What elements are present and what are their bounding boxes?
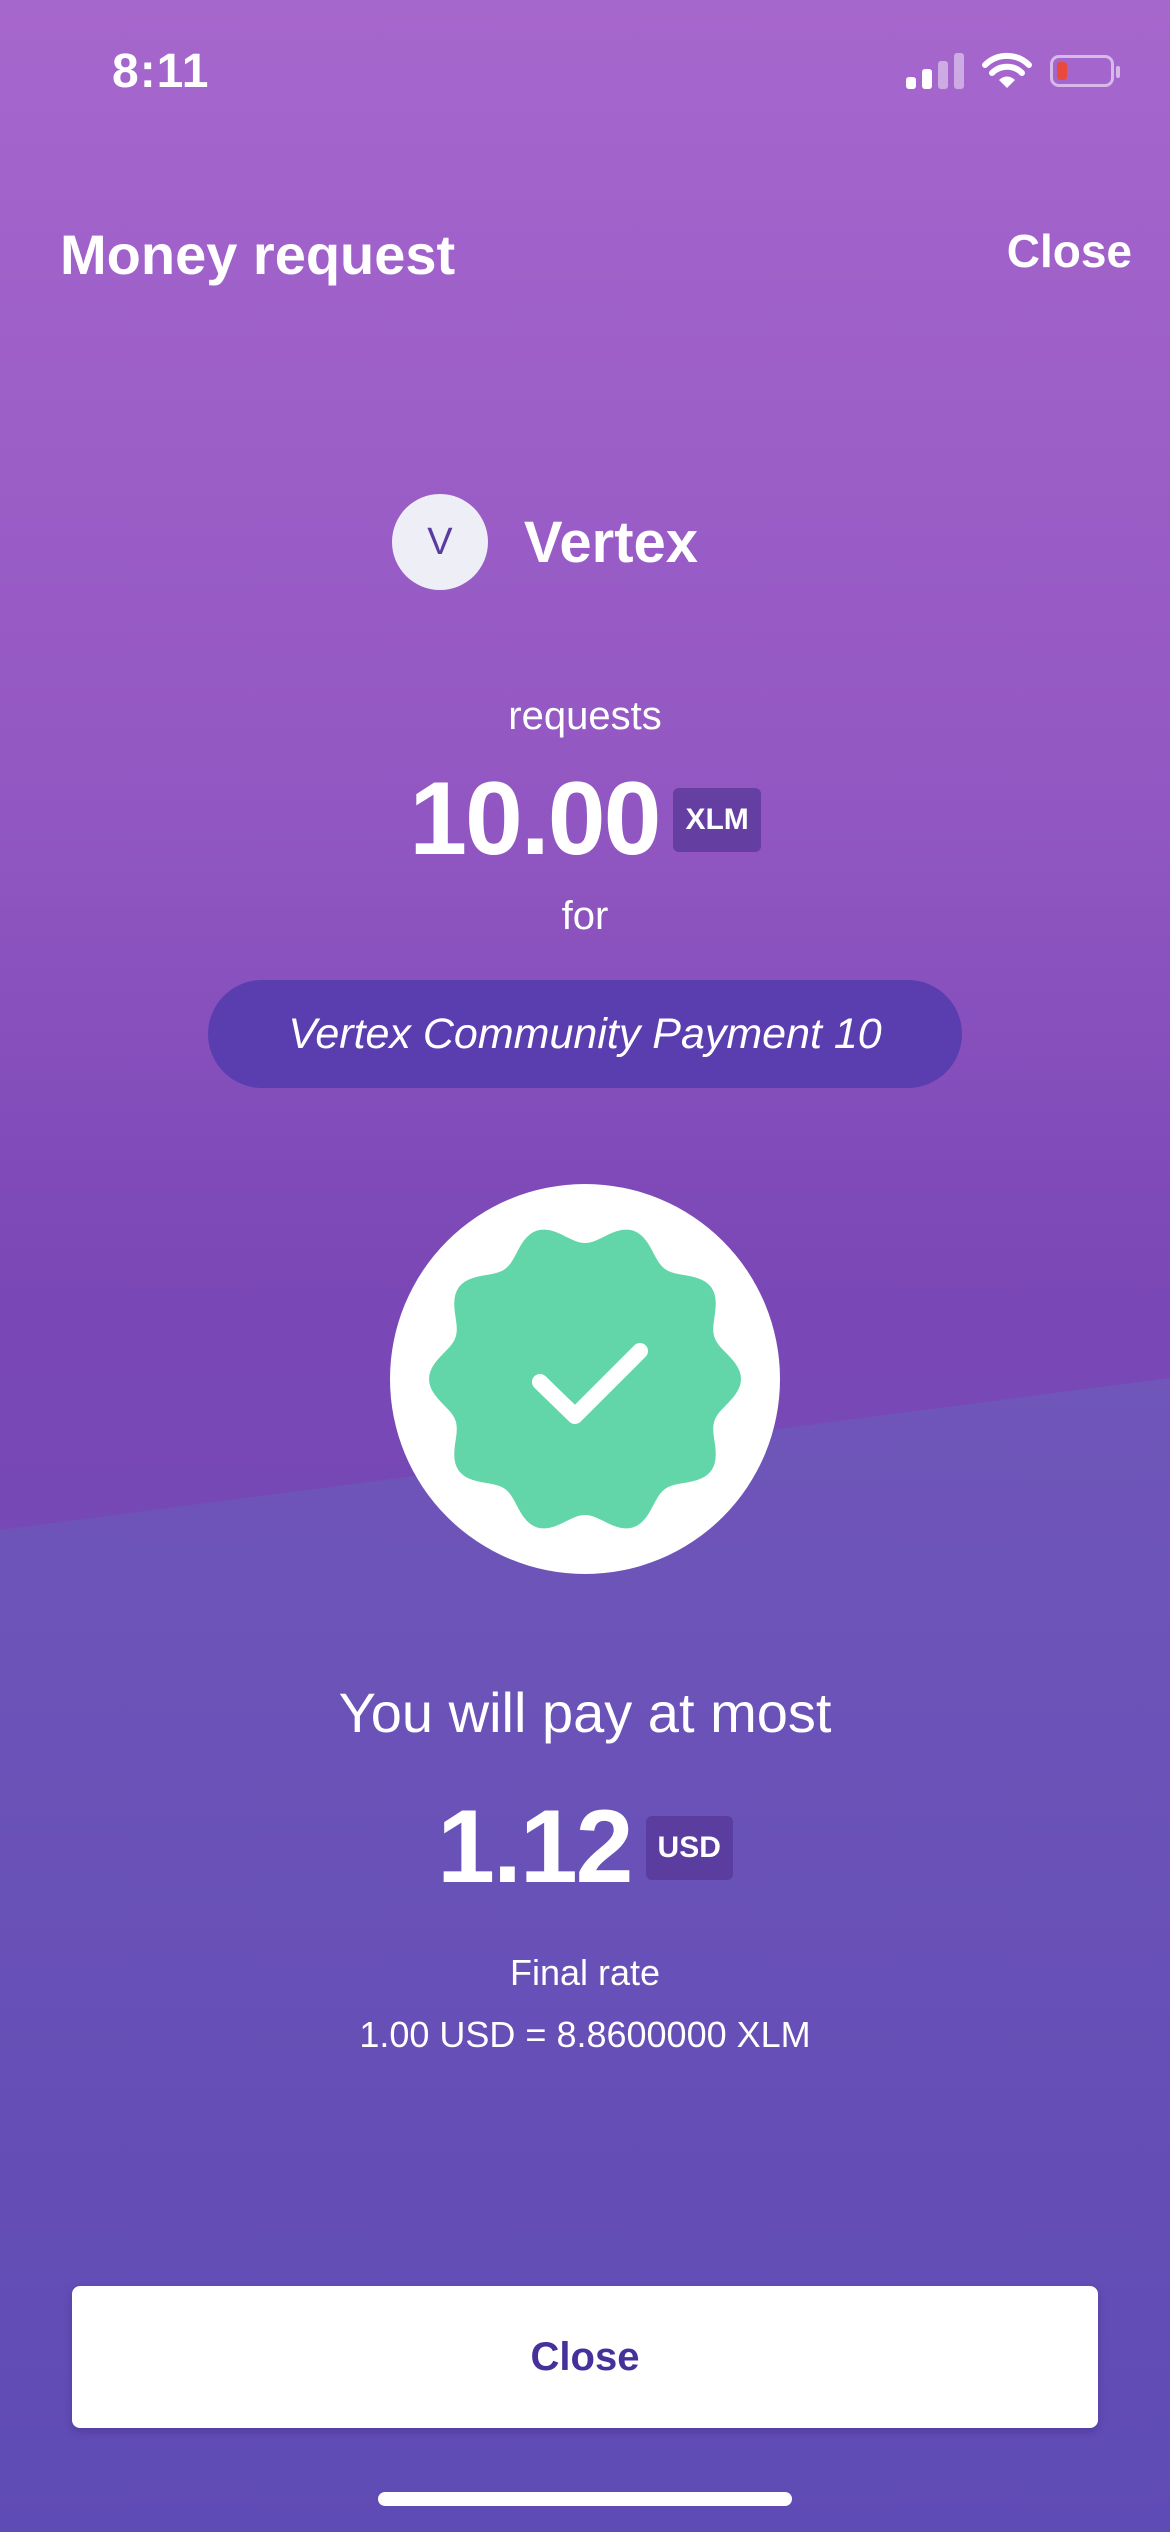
- request-amount-row: 10.00 XLM: [0, 760, 1170, 879]
- final-rate-value: 1.00 USD = 8.8600000 XLM: [359, 2014, 811, 2055]
- for-label: for: [561, 894, 609, 938]
- page-title: Money request: [60, 223, 456, 286]
- pay-at-most-label: You will pay at most: [338, 1681, 832, 1744]
- payment-currency-badge: USD: [645, 1815, 733, 1880]
- home-indicator: [378, 2492, 792, 2506]
- success-badge: [390, 1184, 780, 1574]
- request-currency-badge: XLM: [673, 787, 761, 852]
- avatar: V: [391, 494, 488, 590]
- status-time: 8:11: [112, 45, 210, 98]
- status-icons: [906, 52, 1120, 90]
- requester: V Vertex: [0, 494, 1170, 590]
- money-request-screen: 8:11 Money request Close V Vertex reques…: [0, 0, 1170, 2532]
- close-button[interactable]: Close: [72, 2286, 1098, 2428]
- memo-text: Vertex Community Payment 10: [288, 1009, 882, 1058]
- header-close-button[interactable]: Close: [1007, 224, 1132, 278]
- payment-amount: 1.12: [437, 1789, 633, 1905]
- requests-label: requests: [508, 694, 662, 738]
- battery-level-fill: [1057, 62, 1067, 80]
- payment-amount-row: 1.12 USD: [0, 1788, 1170, 1907]
- memo-pill: Vertex Community Payment 10: [208, 980, 962, 1088]
- check-badge-icon: [429, 1229, 741, 1529]
- battery-low-icon: [1050, 55, 1120, 87]
- final-rate-label: Final rate: [509, 1952, 661, 1993]
- request-amount: 10.00: [409, 761, 661, 877]
- wifi-icon: [982, 52, 1032, 88]
- cellular-signal-icon: [906, 53, 964, 89]
- requester-name: Vertex: [523, 509, 699, 575]
